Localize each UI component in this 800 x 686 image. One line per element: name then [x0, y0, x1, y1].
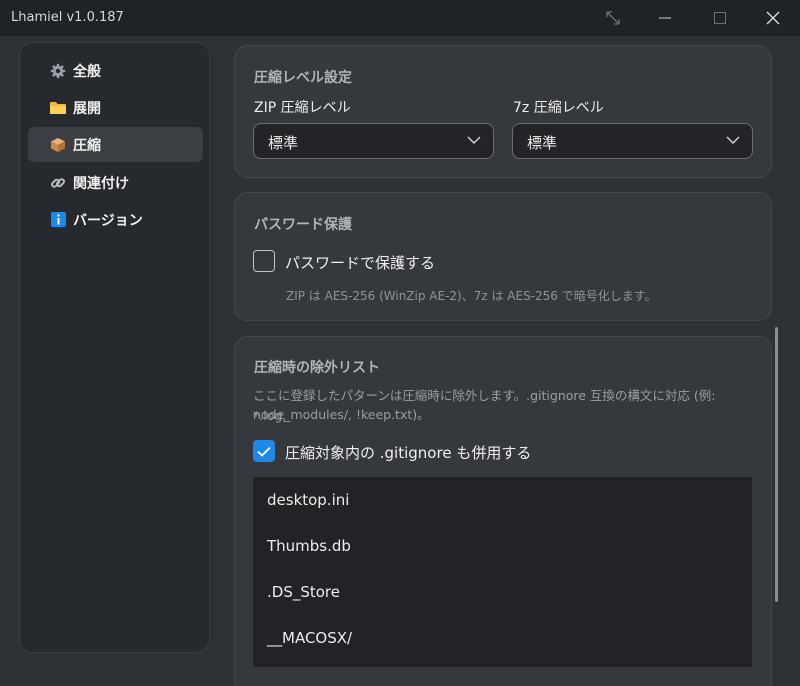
checkmark-icon: [257, 446, 271, 457]
gitignore-checkbox-label[interactable]: 圧縮対象内の .gitignore も併用する: [285, 442, 531, 463]
minimize-icon: [659, 17, 671, 19]
card-title: 圧縮レベル設定: [254, 70, 352, 86]
gear-icon: [50, 63, 66, 79]
pattern-line: Thumbs.db: [267, 537, 351, 555]
link-icon: [50, 175, 66, 191]
password-checkbox-label[interactable]: パスワードで保護する: [285, 252, 435, 273]
close-button[interactable]: [750, 0, 796, 36]
sidebar-item-general[interactable]: 全般: [28, 53, 203, 88]
pattern-line: desktop.ini: [267, 491, 350, 509]
compression-level-card: 圧縮レベル設定 ZIP 圧縮レベル 7z 圧縮レベル 標準 標準: [234, 45, 772, 178]
exclusion-description-line2: node_modules/, !keep.txt)。: [253, 407, 430, 422]
chevron-down-icon: [726, 136, 740, 144]
sidebar-item-association[interactable]: 関連付け: [28, 165, 203, 200]
pattern-line: __MACOSX/: [267, 629, 353, 647]
scrollbar[interactable]: [775, 327, 778, 602]
sidebar-item-label: バージョン: [73, 212, 143, 229]
title-bar[interactable]: Lhamiel v1.0.187: [0, 0, 800, 36]
app-title: Lhamiel v1.0.187: [11, 10, 124, 25]
folder-icon: [50, 100, 66, 116]
zip-level-select[interactable]: 標準: [253, 123, 494, 159]
sidebar-item-compress[interactable]: 圧縮: [28, 127, 203, 162]
encryption-note: ZIP は AES-256 (WinZip AE-2)、7z は AES-256…: [286, 289, 657, 303]
sidebar-item-label: 展開: [73, 100, 101, 117]
pattern-line: .DS_Store: [267, 583, 340, 601]
package-icon: [50, 137, 66, 153]
info-icon: [50, 212, 66, 228]
card-title: パスワード保護: [254, 217, 352, 233]
sidebar-item-version[interactable]: バージョン: [28, 202, 203, 237]
password-checkbox[interactable]: [253, 250, 275, 272]
7z-level-label: 7z 圧縮レベル: [513, 100, 604, 116]
close-icon: [766, 11, 780, 25]
minimize-button[interactable]: [642, 0, 688, 36]
resize-arrows-icon: [606, 11, 620, 25]
7z-level-select[interactable]: 標準: [512, 123, 753, 159]
chevron-down-icon: [467, 136, 481, 144]
sidebar-item-label: 全般: [73, 63, 101, 80]
snap-button[interactable]: [590, 0, 636, 36]
sidebar-item-label: 関連付け: [73, 175, 129, 192]
card-title: 圧縮時の除外リスト: [254, 360, 380, 376]
exclusion-patterns-textarea[interactable]: desktop.ini Thumbs.db .DS_Store __MACOSX…: [253, 477, 752, 667]
maximize-button[interactable]: [697, 0, 743, 36]
select-value: 標準: [527, 134, 558, 152]
sidebar-item-label: 圧縮: [73, 137, 101, 154]
gitignore-checkbox[interactable]: [253, 440, 275, 462]
zip-level-label: ZIP 圧縮レベル: [254, 100, 351, 116]
maximize-icon: [714, 12, 726, 24]
password-card: パスワード保護 パスワードで保護する ZIP は AES-256 (WinZip…: [234, 192, 772, 321]
sidebar: 全般 展開 圧縮 関連付け バージョン: [19, 42, 210, 653]
sidebar-item-extract[interactable]: 展開: [28, 90, 203, 125]
select-value: 標準: [268, 134, 299, 152]
